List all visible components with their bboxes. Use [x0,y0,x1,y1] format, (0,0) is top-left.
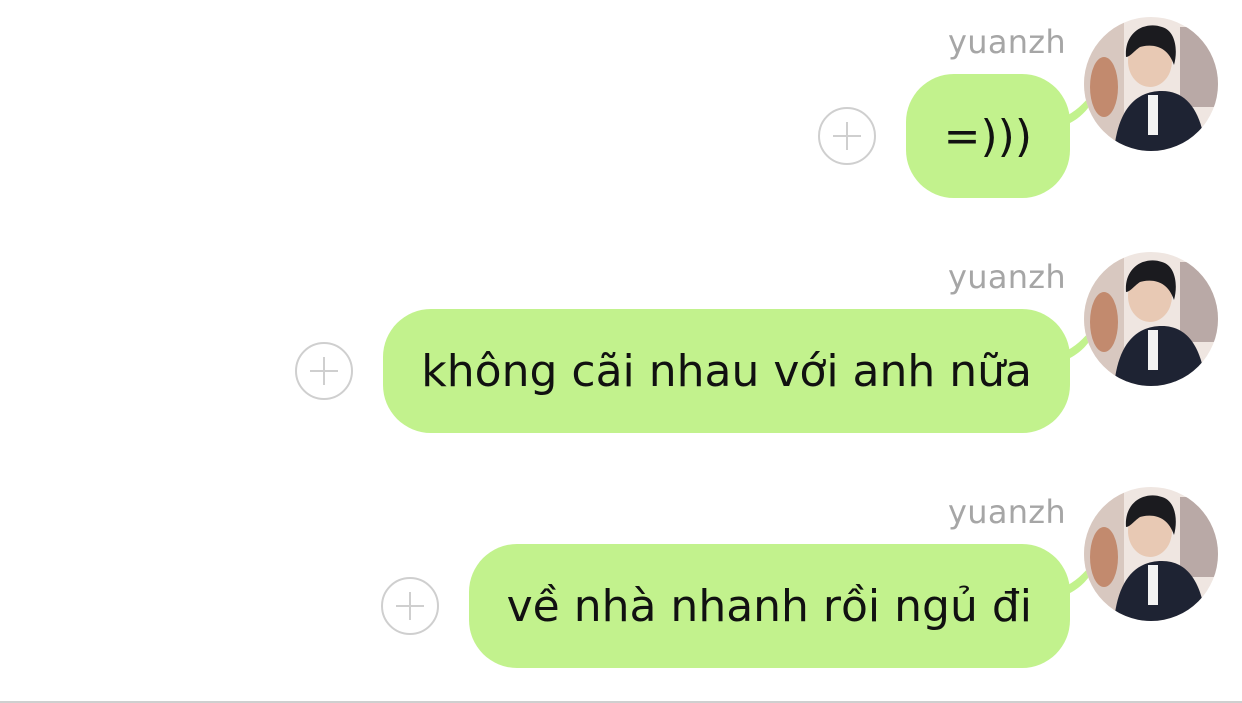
message-content: =))) [817,74,1100,198]
message-bubble[interactable]: =))) [905,74,1100,198]
add-reaction-button[interactable] [380,577,439,635]
message-content: không cãi nhau với anh nữa [295,309,1100,433]
avatar[interactable] [1084,17,1218,151]
message-row: yuanzh =))) [0,17,1242,220]
message-text: =))) [943,110,1032,162]
avatar[interactable] [1084,252,1218,386]
message-text: về nhà nhanh rồi ngủ đi [506,580,1032,632]
sender-name: yuanzh [948,23,1066,61]
add-reaction-button[interactable] [295,342,354,400]
avatar-photo [1084,17,1218,151]
sender-name: yuanzh [948,258,1066,296]
avatar-photo [1084,252,1218,386]
avatar-photo [1084,487,1218,621]
message-bubble[interactable]: về nhà nhanh rồi ngủ đi [468,544,1100,668]
sender-name: yuanzh [948,493,1066,531]
message-text: không cãi nhau với anh nữa [421,345,1032,397]
chat-thread: yuanzh =))) yuanzh không cãi nhau với an… [0,0,1242,703]
message-bubble[interactable]: không cãi nhau với anh nữa [383,309,1100,433]
avatar[interactable] [1084,487,1218,621]
message-content: về nhà nhanh rồi ngủ đi [380,544,1100,668]
message-row: yuanzh về nhà nhanh rồi ngủ đi [0,487,1242,690]
add-reaction-button[interactable] [817,107,876,165]
message-row: yuanzh không cãi nhau với anh nữa [0,252,1242,455]
